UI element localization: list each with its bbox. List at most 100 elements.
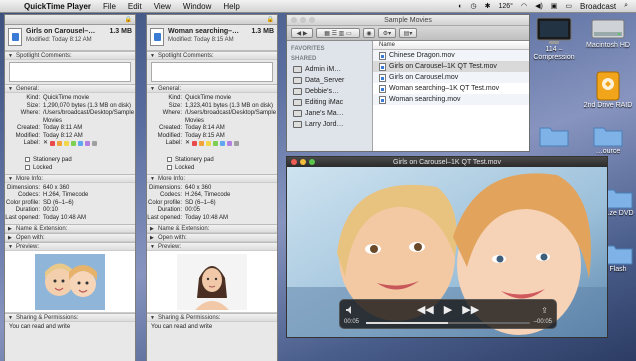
spotlight-icon[interactable]: ⌕: [620, 2, 632, 10]
sharing-header[interactable]: ▼ Sharing & Permissions:: [147, 313, 277, 322]
label-orange[interactable]: [199, 141, 205, 147]
video-frame[interactable]: ◀◀ ▶ ▶▶ ⇪ 00:05 –00:05: [287, 167, 607, 337]
disclosure-closed-icon[interactable]: ▶: [150, 225, 158, 234]
label-yellow[interactable]: [206, 141, 212, 147]
rewind-button[interactable]: ◀◀: [417, 303, 434, 316]
label-purple[interactable]: [227, 141, 233, 147]
label-color-picker[interactable]: ✕: [185, 140, 275, 148]
file-row[interactable]: Woman searching.mov: [373, 94, 529, 105]
locked-checkbox[interactable]: Locked: [147, 164, 275, 172]
label-red[interactable]: [192, 141, 198, 147]
disclosure-open-icon[interactable]: ▼: [150, 314, 158, 323]
spotlight-comments-field[interactable]: [151, 62, 273, 82]
disclosure-open-icon[interactable]: ▼: [150, 85, 158, 94]
locked-checkbox[interactable]: Locked: [5, 164, 133, 172]
label-red[interactable]: [50, 141, 56, 147]
battery-icon[interactable]: ▭: [561, 2, 576, 10]
scrubber-bar[interactable]: [366, 322, 530, 324]
menu-help[interactable]: Help: [217, 2, 245, 11]
disclosure-open-icon[interactable]: ▼: [150, 243, 158, 252]
back-forward-button[interactable]: ◀ ▶: [291, 28, 313, 38]
general-header[interactable]: ▼ General:: [147, 84, 277, 93]
name-extension-header[interactable]: ▶ Name & Extension:: [147, 224, 277, 233]
disclosure-closed-icon[interactable]: ▶: [150, 234, 158, 243]
sidebar-item-shared[interactable]: Debbie's…: [287, 86, 372, 97]
name-extension-header[interactable]: ▶ Name & Extension:: [5, 224, 135, 233]
flag-icon[interactable]: ▣: [547, 2, 562, 10]
view-switcher[interactable]: ▦ ☰ ▥ ▭: [316, 28, 360, 38]
desktop-icon-macintosh-hd[interactable]: Macintosh HD: [578, 16, 636, 50]
disclosure-closed-icon[interactable]: ▶: [8, 234, 16, 243]
wifi-icon[interactable]: ◠: [517, 2, 531, 10]
bluetooth-icon[interactable]: ✱: [481, 2, 495, 10]
close-button[interactable]: [291, 159, 297, 165]
label-color-picker[interactable]: ✕: [43, 140, 133, 148]
sidebar-item-shared[interactable]: Jane's Ma…: [287, 108, 372, 119]
status-icon[interactable]: ◐: [454, 3, 466, 10]
column-header-name[interactable]: Name: [373, 41, 529, 50]
label-yellow[interactable]: [64, 141, 70, 147]
disclosure-open-icon[interactable]: ▼: [8, 314, 16, 323]
label-green[interactable]: [213, 141, 219, 147]
spotlight-comments-field[interactable]: [9, 62, 131, 82]
temperature-reading[interactable]: 126°: [494, 3, 516, 10]
disclosure-open-icon[interactable]: ▼: [150, 175, 158, 184]
player-titlebar[interactable]: Girls on Carousel–1K QT Test.mov: [287, 157, 607, 167]
stationery-checkbox[interactable]: Stationery pad: [147, 156, 275, 164]
stationery-checkbox[interactable]: Stationery pad: [5, 156, 133, 164]
disclosure-open-icon[interactable]: ▼: [8, 243, 16, 252]
minimize-button[interactable]: [300, 17, 306, 23]
sidebar-item-shared[interactable]: Larry Jord…: [287, 119, 372, 130]
action-gear-icon[interactable]: ⚙▾: [378, 28, 396, 38]
menu-edit[interactable]: Edit: [122, 2, 148, 11]
spotlight-comments-header[interactable]: ▼ Spotlight Comments:: [5, 51, 135, 60]
info-window-titlebar[interactable]: 🔒: [147, 15, 277, 25]
file-row[interactable]: Girls on Carousel.mov: [373, 72, 529, 83]
clock-icon[interactable]: ◷: [467, 2, 481, 10]
sharing-header[interactable]: ▼ Sharing & Permissions:: [5, 313, 135, 322]
play-button[interactable]: ▶: [444, 303, 452, 316]
share-icon[interactable]: ⇪: [541, 306, 548, 315]
more-info-header[interactable]: ▼ More Info:: [5, 173, 135, 184]
file-row[interactable]: Woman searching–1K QT Test.mov: [373, 83, 529, 94]
spotlight-comments-header[interactable]: ▼ Spotlight Comments:: [147, 51, 277, 60]
volume-icon[interactable]: ◀): [531, 2, 547, 10]
zoom-button[interactable]: [309, 17, 315, 23]
arrange-icon[interactable]: ▤▾: [399, 28, 417, 38]
finder-titlebar[interactable]: Sample Movies: [287, 15, 529, 26]
label-purple[interactable]: [85, 141, 91, 147]
desktop-folder-2[interactable]: …ource: [578, 124, 636, 156]
open-with-header[interactable]: ▶ Open with:: [5, 233, 135, 242]
desktop-icon-compression[interactable]: 114 – Compression: [524, 16, 584, 62]
sidebar-item-shared[interactable]: Data_Server: [287, 75, 372, 86]
disclosure-open-icon[interactable]: ▼: [8, 85, 16, 94]
sidebar-item-shared[interactable]: Editing iMac: [287, 97, 372, 108]
menu-window[interactable]: Window: [177, 2, 217, 11]
close-button[interactable]: [291, 17, 297, 23]
file-row[interactable]: Girls on Carousel–1K QT Test.mov: [373, 61, 529, 72]
label-blue[interactable]: [78, 141, 84, 147]
disclosure-closed-icon[interactable]: ▶: [8, 225, 16, 234]
quick-look-icon[interactable]: ◉: [363, 28, 375, 38]
label-gray[interactable]: [234, 141, 240, 147]
desktop-folder-1[interactable]: [524, 124, 584, 148]
user-name[interactable]: Broadcast: [576, 2, 620, 11]
info-window-titlebar[interactable]: 🔒: [5, 15, 135, 25]
lock-icon[interactable]: 🔒: [125, 16, 132, 23]
file-row[interactable]: Chinese Dragon.mov: [373, 50, 529, 61]
no-label-icon[interactable]: ✕: [43, 140, 48, 148]
label-gray[interactable]: [92, 141, 98, 147]
disclosure-open-icon[interactable]: ▼: [8, 175, 16, 184]
preview-header[interactable]: ▼ Preview:: [5, 242, 135, 251]
menu-view[interactable]: View: [148, 2, 177, 11]
sidebar-item-shared[interactable]: Admin iM…: [287, 64, 372, 75]
disclosure-open-icon[interactable]: ▼: [150, 52, 158, 61]
fast-forward-button[interactable]: ▶▶: [462, 303, 479, 316]
menu-file[interactable]: File: [97, 2, 122, 11]
general-header[interactable]: ▼ General:: [5, 84, 135, 93]
desktop-icon-raid[interactable]: 2nd Drive RAID: [578, 70, 636, 110]
no-label-icon[interactable]: ✕: [185, 140, 190, 148]
menu-app-name[interactable]: QuickTime Player: [18, 2, 97, 11]
more-info-header[interactable]: ▼ More Info:: [147, 173, 277, 184]
label-orange[interactable]: [57, 141, 63, 147]
